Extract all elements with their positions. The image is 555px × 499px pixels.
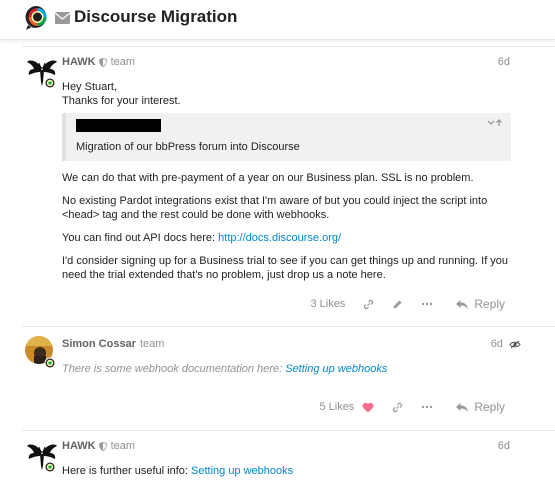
post-divider <box>22 430 555 431</box>
hawk-avatar[interactable] <box>25 56 59 90</box>
post-actions: 5 Likes Reply <box>319 400 505 414</box>
post-thanks: Thanks for your interest. <box>62 95 181 107</box>
post-paragraph-api: You can find out API docs here: http://d… <box>62 231 512 245</box>
api-text: You can find out API docs here: <box>62 232 219 244</box>
reply-label: Reply <box>474 400 505 414</box>
post-user-title: team <box>110 56 136 68</box>
post-actions: 3 Likes Reply <box>310 297 505 311</box>
likes-count[interactable]: 5 Likes <box>319 401 354 413</box>
discourse-logo-icon[interactable] <box>24 4 50 32</box>
quote-block: Migration of our bbPress forum into Disc… <box>62 113 511 161</box>
post-paragraph: We can do that with pre-payment of a yea… <box>62 172 474 184</box>
simon-avatar[interactable] <box>25 336 59 370</box>
ellipsis-icon[interactable] <box>421 405 433 409</box>
reply-label: Reply <box>474 297 505 311</box>
post-body-text: Here is further useful info: <box>62 465 192 477</box>
hawk-avatar[interactable] <box>25 440 59 474</box>
envelope-icon <box>55 12 70 24</box>
setting-up-webhooks-link[interactable]: Setting up webhooks <box>191 465 293 477</box>
post-greeting: Hey Stuart, <box>62 81 118 93</box>
top-header: Discourse Migration <box>0 0 555 40</box>
reply-icon <box>456 299 469 309</box>
post-divider <box>22 46 555 47</box>
post-age[interactable]: 6d <box>491 338 521 350</box>
post-author-row: HAWK team <box>62 440 135 452</box>
heart-icon[interactable] <box>362 402 374 413</box>
shield-icon <box>98 441 107 451</box>
reply-button[interactable]: Reply <box>455 297 505 311</box>
shield-icon <box>98 57 107 67</box>
setting-up-webhooks-link[interactable]: Setting up webhooks <box>285 363 387 375</box>
likes-count[interactable]: 3 Likes <box>310 298 345 310</box>
post-body: There is some webhook documentation here… <box>62 363 387 375</box>
eye-slash-icon <box>509 340 521 349</box>
post-divider <box>22 326 555 327</box>
post-author-row: HAWK team <box>62 56 135 68</box>
post-age-text: 6d <box>490 338 503 350</box>
link-icon[interactable] <box>392 402 403 413</box>
post-paragraph: No existing Pardot integrations exist th… <box>62 195 488 221</box>
post-username[interactable]: Simon Cossar <box>62 338 136 350</box>
post-body: Hey Stuart, Thanks for your interest. <box>62 80 512 108</box>
post-age[interactable]: 6d <box>498 56 510 68</box>
api-docs-link[interactable]: http://docs.discourse.org/ <box>218 232 341 244</box>
post-user-title: team <box>139 338 165 350</box>
pencil-icon[interactable] <box>392 299 403 310</box>
link-icon[interactable] <box>363 299 374 310</box>
post-age[interactable]: 6d <box>498 440 510 452</box>
post-username[interactable]: HAWK <box>62 440 96 452</box>
post-author-row: Simon Cossar team <box>62 338 164 350</box>
topic-title[interactable]: Discourse Migration <box>74 7 237 27</box>
post-body: Here is further useful info: Setting up … <box>62 465 293 477</box>
post-body-text: There is some webhook documentation here… <box>62 363 286 375</box>
ellipsis-icon[interactable] <box>421 302 433 306</box>
post-body-paragraphs: We can do that with pre-payment of a yea… <box>62 171 512 291</box>
post-paragraph: I'd consider signing up for a Business t… <box>62 255 509 281</box>
redacted-quote-header <box>76 119 161 132</box>
post-user-title: team <box>110 440 136 452</box>
chevron-down-icon[interactable] <box>487 119 503 127</box>
quote-text: Migration of our bbPress forum into Disc… <box>76 141 300 153</box>
reply-button[interactable]: Reply <box>455 400 505 414</box>
quote-toggle[interactable] <box>487 119 503 129</box>
post-username[interactable]: HAWK <box>62 56 96 68</box>
reply-icon <box>456 402 469 412</box>
